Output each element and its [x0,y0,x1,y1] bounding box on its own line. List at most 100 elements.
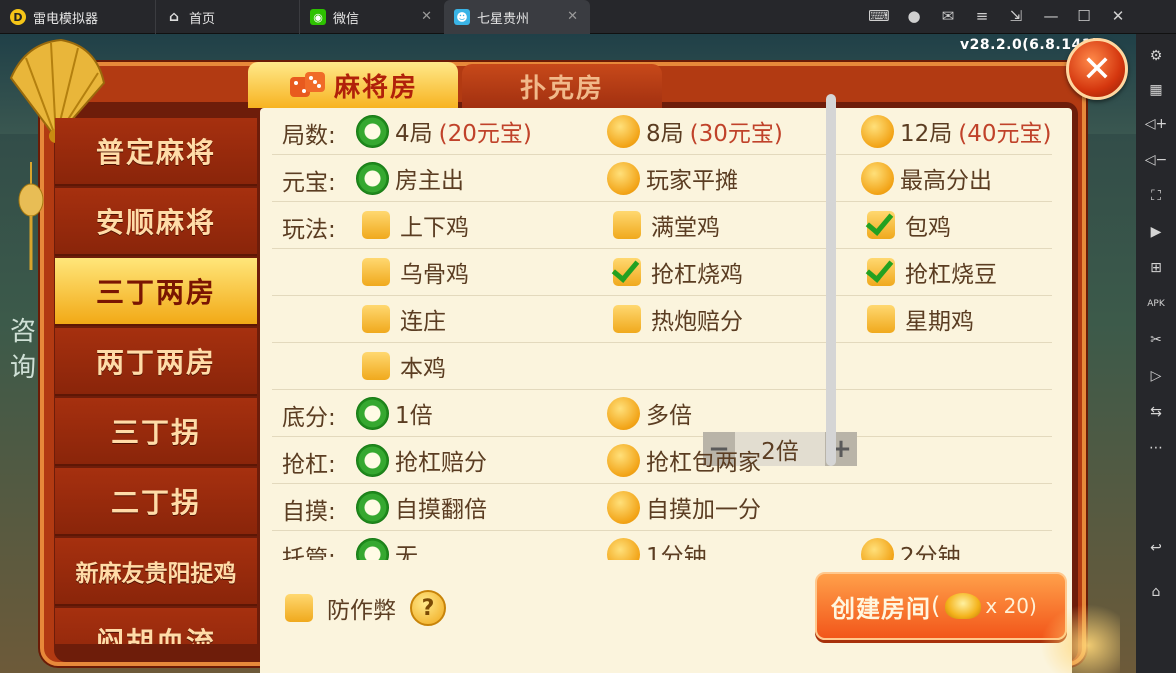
rule-lianzhuang[interactable]: 连庄 [360,302,446,336]
trustee-option-1min[interactable]: 1分钟 [607,537,707,560]
menu-item-puding[interactable]: 普定麻将 [55,118,257,186]
rule-baoji[interactable]: 包鸡 [865,208,951,242]
trustee-option-none[interactable]: 无 [356,537,418,560]
screenshot-icon[interactable]: ⛶ [1145,186,1167,206]
radio[interactable] [861,537,894,560]
rule-benji[interactable]: 本鸡 [360,349,446,383]
radio-selected[interactable] [356,490,389,524]
back-icon[interactable]: ↩ [1145,538,1167,558]
rounds-option-4[interactable]: 4局 (20元宝) [356,114,532,148]
add-app-icon[interactable]: ⊞ [1145,258,1167,278]
rounds-option-12[interactable]: 12局 (40元宝) [861,114,1052,148]
radio[interactable] [861,161,894,195]
radio[interactable] [607,114,640,148]
ingot-option-top-score[interactable]: 最高分出 [861,161,992,195]
minimize-icon[interactable]: — [1040,7,1062,25]
menu-item-anshun[interactable]: 安顺麻将 [55,188,257,256]
video-icon[interactable]: ▷ [1145,366,1167,386]
menu-item-two-ding-guai[interactable]: 二丁拐 [55,468,257,536]
tab-label: 微信 [333,11,360,27]
volume-up-icon[interactable]: ◁+ [1145,114,1168,134]
tab-wechat[interactable]: ◉ 微信 ✕ [300,0,444,34]
radio-selected[interactable] [356,114,389,148]
menu-item-three-ding-two-rooms[interactable]: 三丁两房 [55,258,257,326]
rule-repao-peifen[interactable]: 热炮赔分 [611,302,743,336]
radio[interactable] [607,443,640,477]
account-icon[interactable]: ● [903,7,925,25]
radio[interactable] [607,396,640,430]
help-icon[interactable]: ? [410,590,446,626]
sparkle-effect [1040,604,1120,673]
radio-selected[interactable] [356,396,389,430]
tab-emulator[interactable]: D 雷电模拟器 [0,0,156,34]
checkbox[interactable] [613,305,641,333]
rob-kong-option-cover[interactable]: 抢杠包两家 [607,443,761,477]
popout-icon[interactable]: ⇲ [1005,7,1027,25]
keyboard-icon[interactable]: ▦ [1145,80,1167,100]
menu-item-three-ding-guai[interactable]: 三丁拐 [55,398,257,466]
checkbox[interactable] [285,594,313,622]
options-scrollbar[interactable] [826,94,836,466]
tab-game[interactable]: ☻ 七星贵州 ✕ [444,0,590,34]
menu-item-two-ding-two-rooms[interactable]: 两丁两房 [55,328,257,396]
radio[interactable] [861,114,894,148]
rule-mantangji[interactable]: 满堂鸡 [611,208,720,242]
menu-item-guiyang-zhuoji[interactable]: 新麻友贵阳捉鸡 [55,538,257,606]
checkbox[interactable] [613,211,641,239]
self-draw-option-double[interactable]: 自摸翻倍 [356,490,487,524]
create-room-button[interactable]: 创建房间 ( x 20) [815,572,1067,640]
close-icon[interactable]: ✕ [1107,7,1129,25]
close-tab-icon[interactable]: ✕ [567,9,578,24]
trustee-option-2min[interactable]: 2分钟 [861,537,961,560]
home-icon: ⌂ [168,9,180,25]
maximize-icon[interactable]: ☐ [1073,7,1095,25]
checkbox[interactable] [362,305,390,333]
ingot-option-split[interactable]: 玩家平摊 [607,161,738,195]
checkbox-checked[interactable] [867,211,895,239]
tab-mahjong-room[interactable]: 麻将房 [248,62,458,108]
radio-selected[interactable] [356,443,389,477]
mail-icon[interactable]: ✉ [937,7,959,25]
menu-item-menhu-xueliu[interactable]: 闷胡血流 [55,608,257,644]
rounds-option-8[interactable]: 8局 (30元宝) [607,114,783,148]
radio-selected[interactable] [356,537,389,560]
rule-qianggang-shaodou[interactable]: 抢杠烧豆 [865,255,997,289]
option-text: 12局 [900,121,953,147]
gamepad-icon[interactable]: ⌨ [868,7,890,25]
record-icon[interactable]: ▶ [1145,222,1167,242]
more-icon[interactable]: ⋯ [1145,438,1167,458]
tab-home[interactable]: ⌂ 首页 [156,0,300,34]
checkbox-checked[interactable] [613,258,641,286]
volume-down-icon[interactable]: ◁− [1145,150,1168,170]
home-icon[interactable]: ⌂ [1145,582,1167,602]
anti-cheat-option[interactable]: 防作弊 ? [283,590,446,626]
scissors-icon[interactable]: ✂ [1145,330,1167,350]
base-score-option-multi[interactable]: 多倍 [607,396,692,430]
radio[interactable] [607,537,640,560]
close-tab-icon[interactable]: ✕ [421,9,432,24]
rule-xingqiji[interactable]: 星期鸡 [865,302,974,336]
checkbox[interactable] [867,305,895,333]
base-score-option-1x[interactable]: 1倍 [356,396,433,430]
apk-icon[interactable]: APK [1145,294,1167,314]
rob-kong-option-pay[interactable]: 抢杠赔分 [356,443,487,477]
rule-shangxiaji[interactable]: 上下鸡 [360,208,469,242]
radio[interactable] [607,490,640,524]
dialog-close-button[interactable]: ✕ [1066,38,1128,100]
checkbox[interactable] [362,211,390,239]
radio[interactable] [607,161,640,195]
checkbox[interactable] [362,258,390,286]
rule-qianggang-shaoji[interactable]: 抢杠烧鸡 [611,255,743,289]
settings-icon[interactable]: ⚙ [1145,46,1167,66]
options-list[interactable]: 局数: 4局 (20元宝) 8局 (30元宝) 12局 (40元宝) 元宝: 房主出 … [260,108,1072,560]
ingot-option-host[interactable]: 房主出 [356,161,464,195]
self-draw-option-plus-one[interactable]: 自摸加一分 [607,490,761,524]
rule-wuguji[interactable]: 乌骨鸡 [360,255,469,289]
menu-icon[interactable]: ≡ [971,7,993,25]
tab-poker-room[interactable]: 扑克房 [462,64,662,108]
sync-icon[interactable]: ⇆ [1145,402,1167,422]
checkbox-checked[interactable] [867,258,895,286]
checkbox[interactable] [362,352,390,380]
self-draw-label: 自摸: [282,499,336,525]
radio-selected[interactable] [356,161,389,195]
